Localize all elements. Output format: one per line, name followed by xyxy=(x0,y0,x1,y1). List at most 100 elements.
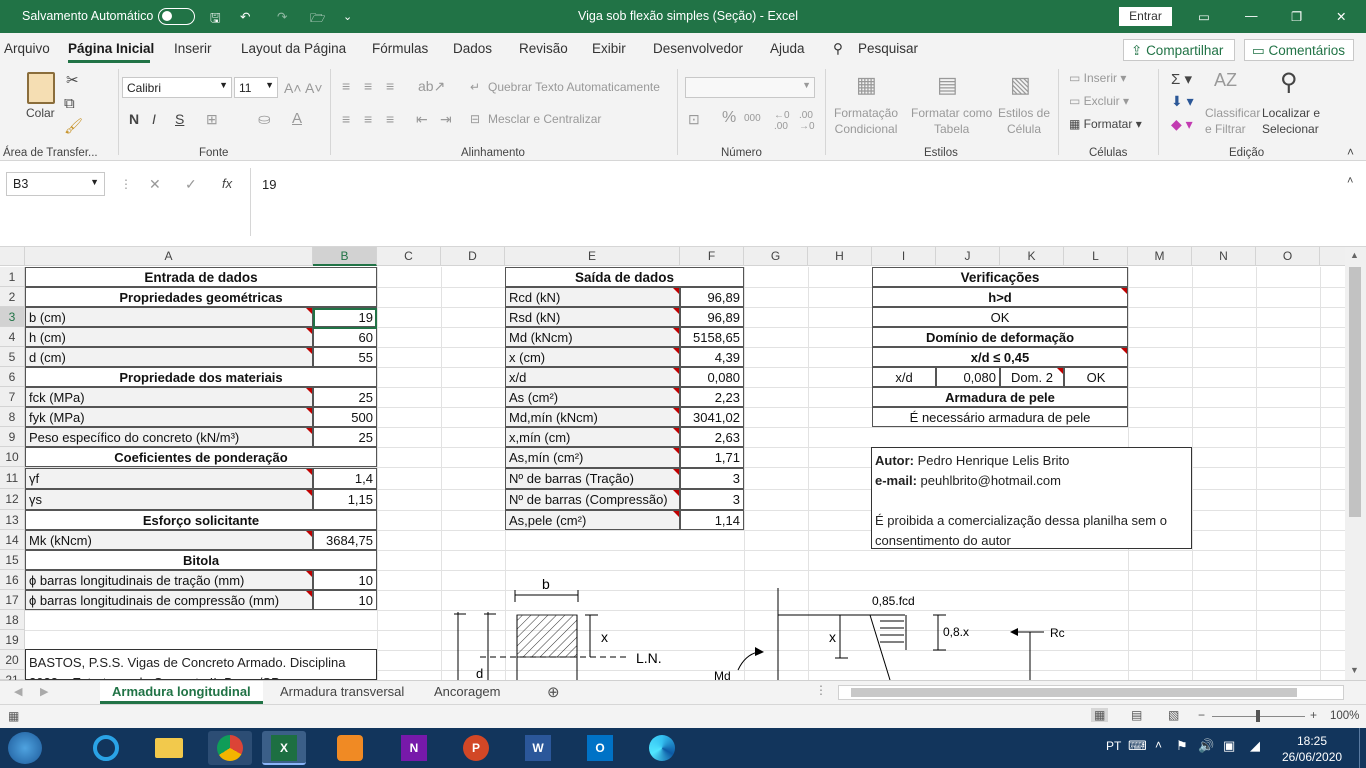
input-d[interactable]: 55 xyxy=(313,347,377,367)
output-label[interactable]: Md,mín (kNcm) xyxy=(505,407,680,427)
insert-function-icon[interactable]: fx xyxy=(222,176,232,191)
ribbon-display-icon[interactable]: ▭ xyxy=(1198,9,1210,24)
scroll-down-icon[interactable]: ▼ xyxy=(1350,665,1359,675)
row-header-2[interactable]: 2 xyxy=(0,287,25,307)
borders-icon[interactable]: ⊞ xyxy=(206,111,218,128)
input-h[interactable]: 60 xyxy=(313,327,377,347)
horizontal-scrollbar[interactable] xyxy=(838,685,1344,700)
align-middle-icon[interactable]: ≡ xyxy=(364,78,372,94)
format-as-table-button[interactable]: Formatar como Tabela xyxy=(911,105,992,137)
cell-styles-button[interactable]: Estilos de Célula xyxy=(998,105,1050,137)
output-label[interactable]: Md (kNcm) xyxy=(505,327,680,347)
tab-inserir[interactable]: Inserir xyxy=(174,41,212,56)
name-box[interactable]: B3 ▼ xyxy=(6,172,105,196)
input-bar-compression[interactable]: 10 xyxy=(313,590,377,610)
tab-layout[interactable]: Layout da Página xyxy=(241,41,346,56)
number-format-select[interactable]: ▼ xyxy=(685,77,815,98)
output-label[interactable]: As,pele (cm²) xyxy=(505,510,680,530)
input-fck[interactable]: 25 xyxy=(313,387,377,407)
signal-icon[interactable]: ◢ xyxy=(1250,738,1260,754)
row-header-4[interactable]: 4 xyxy=(0,327,25,347)
check-hd-result[interactable]: OK xyxy=(872,307,1128,327)
skin-title[interactable]: Armadura de pele xyxy=(872,387,1128,407)
row-header-10[interactable]: 10 xyxy=(0,447,25,467)
clock-date[interactable]: 26/06/2020 xyxy=(1282,750,1342,764)
increase-font-icon[interactable]: A˄ xyxy=(284,80,302,96)
output-value[interactable]: 2,23 xyxy=(680,387,744,407)
tab-revisao[interactable]: Revisão xyxy=(519,41,568,56)
close-icon[interactable]: ✕ xyxy=(1336,9,1346,24)
hscroll-thumb[interactable] xyxy=(851,688,1297,697)
label-peso[interactable]: Peso específico do concreto (kN/m³) xyxy=(25,427,313,447)
expand-formula-icon[interactable]: ˄ xyxy=(1347,175,1353,187)
show-desktop-button[interactable] xyxy=(1359,728,1366,768)
col-header-M[interactable]: M xyxy=(1128,247,1192,266)
bold-button[interactable]: N xyxy=(129,111,139,127)
onenote-icon[interactable]: N xyxy=(392,731,436,765)
volume-icon[interactable]: 🔊 xyxy=(1198,738,1214,754)
clock-time[interactable]: 18:25 xyxy=(1297,734,1327,748)
share-button[interactable]: ⇪ Compartilhar xyxy=(1123,39,1235,61)
output-label[interactable]: Nº de barras (Compressão) xyxy=(505,489,680,510)
output-value[interactable]: 2,63 xyxy=(680,427,744,447)
row-header-1[interactable]: 1 xyxy=(0,267,25,287)
keyboard-icon[interactable]: ⌨ xyxy=(1128,738,1147,754)
formula-input[interactable]: 19 xyxy=(250,168,1344,236)
cancel-icon[interactable]: ✕ xyxy=(149,176,161,193)
currency-icon[interactable]: ⊡ xyxy=(688,111,700,128)
ie-icon[interactable] xyxy=(84,731,128,765)
align-left-icon[interactable]: ≡ xyxy=(342,111,350,127)
media-player-icon[interactable] xyxy=(328,731,372,765)
add-sheet-icon[interactable]: ⊕ xyxy=(547,683,560,701)
customize-qat-icon[interactable]: ⌄ xyxy=(343,10,352,23)
input-mk[interactable]: 3684,75 xyxy=(313,530,377,550)
open-folder-icon[interactable]: 🗁 xyxy=(310,9,326,30)
output-value[interactable]: 1,14 xyxy=(680,510,744,530)
sheet-tab-ancoragem[interactable]: Ancoragem xyxy=(422,681,512,704)
beam-diagram[interactable]: b L.N. x d Md x 0,85.fcd 0,8.x Rc xyxy=(440,570,1100,680)
col-header-F[interactable]: F xyxy=(680,247,744,266)
label-bar-tension[interactable]: ϕ barras longitudinais de tração (mm) xyxy=(25,570,313,590)
input-gamma-f[interactable]: 1,4 xyxy=(313,468,377,489)
search-icon[interactable]: ⚲ xyxy=(833,41,843,57)
saida-title[interactable]: Saída de dados xyxy=(505,267,744,287)
tab-pagina-inicial[interactable]: Página Inicial xyxy=(68,41,154,56)
next-sheet-icon[interactable]: ▶ xyxy=(40,685,48,698)
row-header-11[interactable]: 11 xyxy=(0,467,25,489)
xd-rule[interactable]: x/d ≤ 0,45 xyxy=(872,347,1128,367)
row-header-18[interactable]: 18 xyxy=(0,610,25,630)
xd-value[interactable]: 0,080 xyxy=(936,367,1000,387)
minimize-icon[interactable]: — xyxy=(1245,9,1258,23)
word-icon[interactable]: W xyxy=(516,731,560,765)
output-label[interactable]: As (cm²) xyxy=(505,387,680,407)
author-textbox[interactable]: Autor: Pedro Henrique Lelis Brito e-mail… xyxy=(871,447,1192,549)
increase-decimal-icon[interactable]: ←0.00 xyxy=(774,110,790,132)
label-gamma-s[interactable]: γs xyxy=(25,489,313,510)
row-header-6[interactable]: 6 xyxy=(0,367,25,387)
label-fck[interactable]: fck (MPa) xyxy=(25,387,313,407)
row-header-16[interactable]: 16 xyxy=(0,570,25,590)
thousands-button[interactable]: 000 xyxy=(744,113,761,124)
domain-ok[interactable]: OK xyxy=(1064,367,1128,387)
insert-cells-button[interactable]: ▭ Inserir ▾ xyxy=(1069,71,1126,85)
find-select-button[interactable]: Localizar e Selecionar xyxy=(1262,105,1320,137)
page-break-icon[interactable]: ▧ xyxy=(1168,708,1179,722)
align-bottom-icon[interactable]: ≡ xyxy=(386,78,394,94)
autosum-icon[interactable]: Σ ▾ xyxy=(1171,70,1192,88)
output-value[interactable]: 5158,65 xyxy=(680,327,744,347)
output-value[interactable]: 4,39 xyxy=(680,347,744,367)
row-header-17[interactable]: 17 xyxy=(0,590,25,610)
collapse-ribbon-icon[interactable]: ˄ xyxy=(1347,145,1354,159)
label-b[interactable]: b (cm) xyxy=(25,307,313,327)
macro-record-icon[interactable]: ▦ xyxy=(8,709,19,723)
comments-button[interactable]: ▭ Comentários xyxy=(1244,39,1354,61)
cut-icon[interactable]: ✂ xyxy=(66,71,79,89)
zoom-thumb[interactable] xyxy=(1256,710,1260,722)
col-header-E[interactable]: E xyxy=(505,247,680,266)
scroll-thumb[interactable] xyxy=(1349,267,1361,517)
network-icon[interactable]: ▣ xyxy=(1223,738,1235,754)
row-header-3[interactable]: 3 xyxy=(0,307,25,327)
row-header-15[interactable]: 15 xyxy=(0,550,25,570)
sheet-tab-armadura-longitudinal[interactable]: Armadura longitudinal xyxy=(100,681,263,704)
tab-arquivo[interactable]: Arquivo xyxy=(4,41,50,56)
